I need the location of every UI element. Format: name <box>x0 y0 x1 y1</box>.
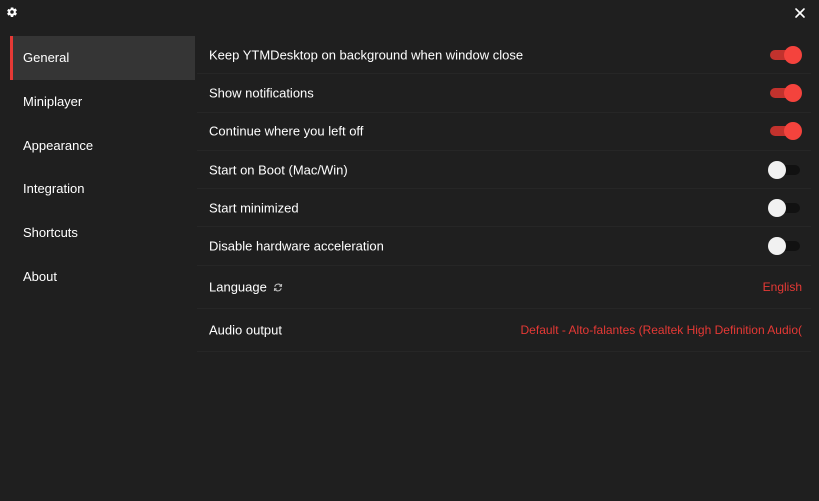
show-notifications-toggle[interactable] <box>768 83 802 103</box>
sidebar-item-integration[interactable]: Integration <box>10 167 195 211</box>
title-bar <box>0 0 819 28</box>
gear-icon <box>7 7 17 18</box>
audio-output-select[interactable]: Default - Alto-falantes (Realtek High De… <box>521 323 802 337</box>
sidebar-item-miniplayer[interactable]: Miniplayer <box>10 80 195 124</box>
setting-label: Continue where you left off <box>209 123 364 139</box>
toggle-knob <box>768 198 786 217</box>
toggle-knob <box>768 237 786 256</box>
setting-row-keep-background: Keep YTMDesktop on background when windo… <box>197 36 811 75</box>
toggle-knob <box>768 160 786 179</box>
setting-label: Disable hardware acceleration <box>209 238 384 254</box>
sidebar-item-shortcuts[interactable]: Shortcuts <box>10 211 195 255</box>
setting-row-continue-where-left: Continue where you left off <box>197 113 811 151</box>
setting-label: Show notifications <box>209 85 314 101</box>
setting-label: Language <box>209 279 267 295</box>
setting-row-audio-output: Audio output Default - Alto-falantes (Re… <box>197 309 811 352</box>
toggle-knob <box>784 122 802 141</box>
setting-label: Audio output <box>209 322 283 338</box>
sidebar-item-general[interactable]: General <box>10 36 195 80</box>
setting-row-start-on-boot: Start on Boot (Mac/Win) <box>197 151 811 190</box>
toggle-knob <box>784 45 802 64</box>
disable-hw-accel-toggle[interactable] <box>768 236 802 256</box>
settings-sidebar: General Miniplayer Appearance Integratio… <box>10 36 195 299</box>
toggle-knob <box>784 83 802 102</box>
continue-where-left-toggle[interactable] <box>768 121 802 141</box>
keep-background-toggle[interactable] <box>768 45 802 65</box>
setting-label: Start on Boot (Mac/Win) <box>209 162 348 178</box>
language-label-group: Language <box>209 279 283 294</box>
setting-row-disable-hw-accel: Disable hardware acceleration <box>197 227 811 266</box>
setting-label: Start minimized <box>209 200 299 216</box>
setting-row-language: Language English <box>197 266 811 309</box>
sidebar-item-about[interactable]: About <box>10 255 195 299</box>
sidebar-item-appearance[interactable]: Appearance <box>10 124 195 168</box>
refresh-icon[interactable] <box>273 282 283 292</box>
start-minimized-toggle[interactable] <box>768 198 802 218</box>
close-icon[interactable] <box>793 6 807 20</box>
setting-label: Keep YTMDesktop on background when windo… <box>209 47 524 63</box>
language-select[interactable]: English <box>763 280 802 294</box>
setting-row-start-minimized: Start minimized <box>197 189 811 228</box>
setting-row-show-notifications: Show notifications <box>197 74 811 113</box>
settings-window: General Miniplayer Appearance Integratio… <box>0 0 819 501</box>
general-settings-panel: Keep YTMDesktop on background when windo… <box>197 36 811 352</box>
start-on-boot-toggle[interactable] <box>768 160 802 180</box>
